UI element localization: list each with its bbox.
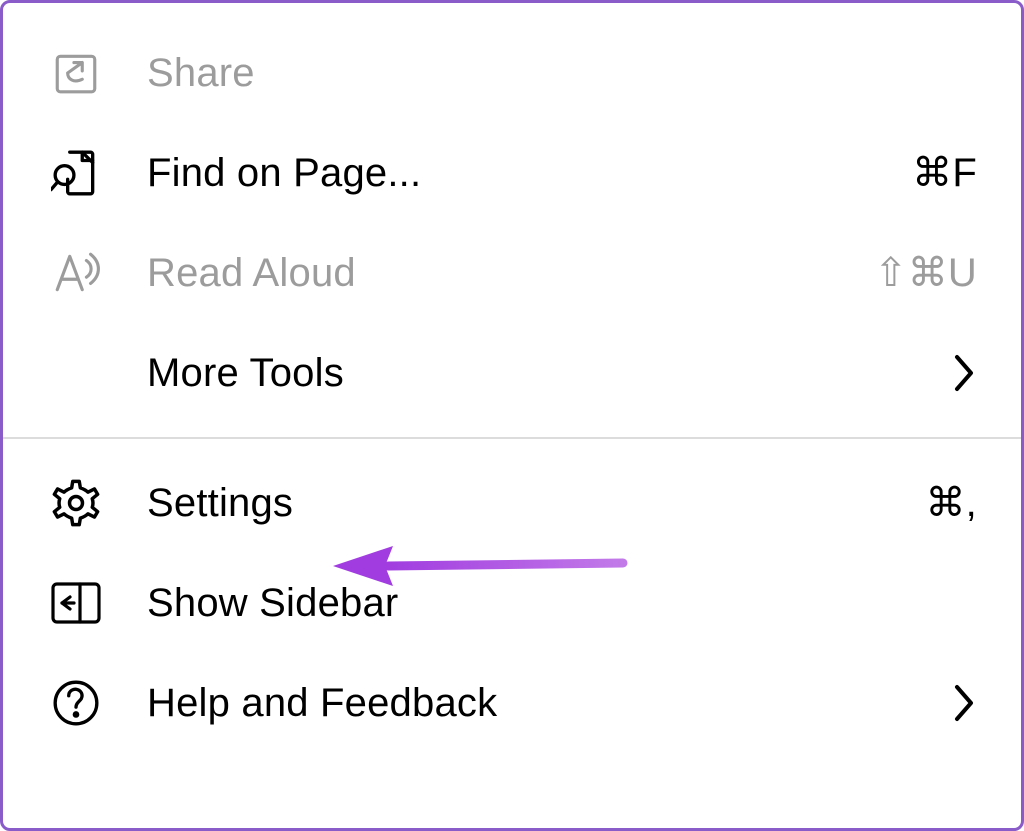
menu-item-find-shortcut: ⌘F [912,150,977,196]
share-icon [47,44,105,102]
browser-menu-dropdown: Share Find on Page... ⌘F [0,0,1024,831]
menu-item-share: Share [3,23,1021,123]
menu-item-read-aloud-shortcut: ⇧⌘U [874,250,977,296]
menu-item-read-aloud-label: Read Aloud [147,251,874,296]
find-on-page-icon [47,144,105,202]
menu-item-more-tools-label: More Tools [147,351,953,396]
menu-item-settings-label: Settings [147,481,925,526]
menu-item-find-on-page[interactable]: Find on Page... ⌘F [3,123,1021,223]
chevron-right-icon [953,353,977,393]
menu-list: Share Find on Page... ⌘F [3,3,1021,753]
menu-item-help-label: Help and Feedback [147,681,953,726]
menu-item-help-feedback[interactable]: Help and Feedback [3,653,1021,753]
menu-item-show-sidebar[interactable]: Show Sidebar [3,553,1021,653]
menu-item-settings-shortcut: ⌘, [925,480,977,526]
menu-separator [3,437,1021,439]
more-tools-icon [47,344,105,402]
menu-item-settings[interactable]: Settings ⌘, [3,453,1021,553]
menu-item-show-sidebar-label: Show Sidebar [147,581,977,626]
menu-item-more-tools[interactable]: More Tools [3,323,1021,423]
help-icon [47,674,105,732]
chevron-right-icon [953,683,977,723]
gear-icon [47,474,105,532]
menu-item-share-label: Share [147,51,977,96]
read-aloud-icon [47,244,105,302]
menu-item-find-label: Find on Page... [147,151,912,196]
sidebar-icon [47,574,105,632]
menu-item-read-aloud: Read Aloud ⇧⌘U [3,223,1021,323]
